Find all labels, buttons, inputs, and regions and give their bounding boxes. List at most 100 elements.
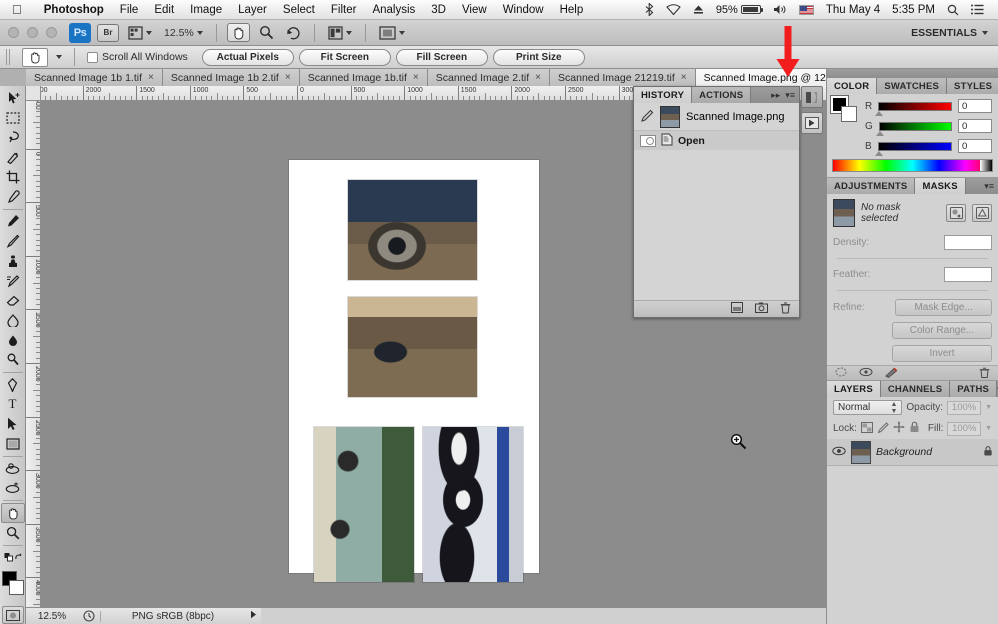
close-icon[interactable]: × <box>285 72 291 83</box>
chevron-down-icon[interactable]: ▼ <box>985 404 992 411</box>
tab-actions[interactable]: ACTIONS <box>692 87 752 103</box>
close-icon[interactable]: × <box>413 72 419 83</box>
minimize-button[interactable] <box>27 27 38 38</box>
zoom-tool-button[interactable] <box>256 23 277 42</box>
zoom-level-dropdown[interactable]: 12.5% <box>161 23 206 42</box>
lock-image-pixels-icon[interactable] <box>877 421 889 436</box>
close-button[interactable] <box>8 27 19 38</box>
menu-analysis[interactable]: Analysis <box>364 0 423 20</box>
panel-menu-icon[interactable]: ▾≡ <box>984 181 994 192</box>
tab-scanned-image-2[interactable]: Scanned Image 2.tif × <box>427 69 551 86</box>
tab-styles[interactable]: STYLES <box>947 78 998 94</box>
history-state-list[interactable] <box>634 150 799 300</box>
green-slider[interactable] <box>875 121 952 136</box>
quick-mask-icon[interactable] <box>1 606 24 624</box>
us-flag-icon[interactable] <box>793 4 820 15</box>
new-snapshot-icon[interactable] <box>755 302 768 316</box>
clone-stamp-tool[interactable] <box>1 251 25 271</box>
pen-tool[interactable] <box>1 375 25 395</box>
tab-scanned-image-1b[interactable]: Scanned Image 1b.tif × <box>299 69 428 86</box>
tab-paths[interactable]: PATHS <box>950 381 998 397</box>
double-arrow-right-icon[interactable]: ▸▸ <box>771 90 780 101</box>
apple-icon[interactable]:  <box>12 3 22 16</box>
color-spectrum-ramp[interactable] <box>832 159 993 172</box>
menu-select[interactable]: Select <box>275 0 323 20</box>
launch-bridge-icon[interactable]: Br <box>97 23 119 42</box>
volume-icon[interactable] <box>767 4 793 15</box>
spot-healing-brush-tool[interactable] <box>1 212 25 232</box>
move-tool[interactable] <box>1 88 25 108</box>
tab-scanned-image-21219[interactable]: Scanned Image 21219.tif × <box>550 69 696 86</box>
color-panel-swatches[interactable] <box>830 95 857 122</box>
chevron-down-icon[interactable] <box>56 55 62 59</box>
green-value-field[interactable]: 0 <box>958 119 992 133</box>
rectangle-shape-tool[interactable] <box>1 434 25 454</box>
load-selection-icon[interactable] <box>835 367 847 379</box>
background-color-swatch[interactable] <box>841 106 857 122</box>
3d-rotate-tool[interactable] <box>1 459 25 479</box>
search-icon[interactable] <box>941 4 965 16</box>
photo-green-truck-rotated[interactable] <box>314 427 414 582</box>
default-colors-and-swap-icons[interactable] <box>1 548 25 568</box>
new-document-from-state-icon[interactable] <box>731 302 743 316</box>
lock-position-icon[interactable] <box>893 421 905 436</box>
menu-3d[interactable]: 3D <box>423 0 454 20</box>
eject-icon[interactable] <box>687 4 710 15</box>
color-panel-icon[interactable] <box>801 86 823 108</box>
window-traffic-lights[interactable] <box>8 27 57 38</box>
dock-drag-bar[interactable] <box>827 69 998 78</box>
fill-field[interactable]: 100% <box>947 421 982 436</box>
quick-selection-tool[interactable] <box>1 147 25 167</box>
fit-screen-button[interactable]: Fit Screen <box>298 48 391 66</box>
history-state-toggle[interactable] <box>640 134 656 147</box>
red-value-field[interactable]: 0 <box>958 99 992 113</box>
gradient-tool[interactable] <box>1 310 25 330</box>
menu-help[interactable]: Help <box>552 0 592 20</box>
density-field[interactable] <box>943 235 992 250</box>
tab-swatches[interactable]: SWATCHES <box>877 78 948 94</box>
zoom-button[interactable] <box>46 27 57 38</box>
fill-screen-button[interactable]: Fill Screen <box>395 48 488 66</box>
checkbox-box[interactable] <box>87 51 98 63</box>
dodge-tool[interactable] <box>1 350 25 370</box>
layer-visibility-eye-icon[interactable] <box>832 446 846 459</box>
invert-button[interactable]: Invert <box>892 345 992 362</box>
lock-transparent-pixels-icon[interactable] <box>860 421 873 436</box>
close-icon[interactable]: × <box>681 72 687 83</box>
path-selection-tool[interactable] <box>1 414 25 434</box>
notification-list-icon[interactable] <box>965 4 990 15</box>
zoom-tool[interactable] <box>1 523 25 543</box>
current-tool-preset-picker[interactable] <box>22 47 48 67</box>
chevron-down-icon[interactable]: ▼ <box>985 425 992 432</box>
battery-status[interactable]: 95% <box>710 4 767 16</box>
wifi-icon[interactable] <box>660 4 687 15</box>
hand-tool-button[interactable] <box>226 23 250 42</box>
background-color-swatch[interactable] <box>8 579 24 595</box>
menu-window[interactable]: Window <box>495 0 552 20</box>
layer-name-label[interactable]: Background <box>876 446 978 458</box>
eraser-tool[interactable] <box>1 291 25 311</box>
ruler-origin-corner[interactable] <box>26 86 41 101</box>
table-row[interactable]: Background <box>827 439 998 466</box>
blue-slider[interactable] <box>874 141 952 156</box>
horizontal-type-tool[interactable]: T <box>1 394 25 414</box>
screen-mode-button[interactable] <box>376 23 408 42</box>
status-doc-info[interactable]: PNG sRGB (8bpc) <box>100 610 245 622</box>
rectangular-marquee-tool[interactable] <box>1 108 25 128</box>
bluetooth-icon[interactable] <box>639 3 660 16</box>
panel-menu-icon[interactable]: ▾≡ <box>785 90 795 101</box>
menubar-date[interactable]: Thu May 4 <box>820 4 886 16</box>
blue-value-field[interactable]: 0 <box>958 139 992 153</box>
options-bar-grip[interactable] <box>6 49 11 65</box>
expand-panel-icon[interactable] <box>801 112 823 134</box>
lock-all-icon[interactable] <box>909 421 920 436</box>
tab-scanned-image-1b-1[interactable]: Scanned Image 1b 1.tif × <box>26 69 163 86</box>
history-state-open[interactable]: Open <box>634 131 799 150</box>
feather-field[interactable] <box>943 267 992 282</box>
photo-truck-wheel-mud[interactable] <box>348 180 477 280</box>
add-pixel-mask-icon[interactable] <box>946 204 966 222</box>
workspace-switcher[interactable]: ESSENTIALS <box>911 27 990 39</box>
actual-pixels-button[interactable]: Actual Pixels <box>201 48 294 66</box>
menu-photoshop[interactable]: Photoshop <box>36 0 112 20</box>
eyedropper-tool[interactable] <box>1 187 25 207</box>
